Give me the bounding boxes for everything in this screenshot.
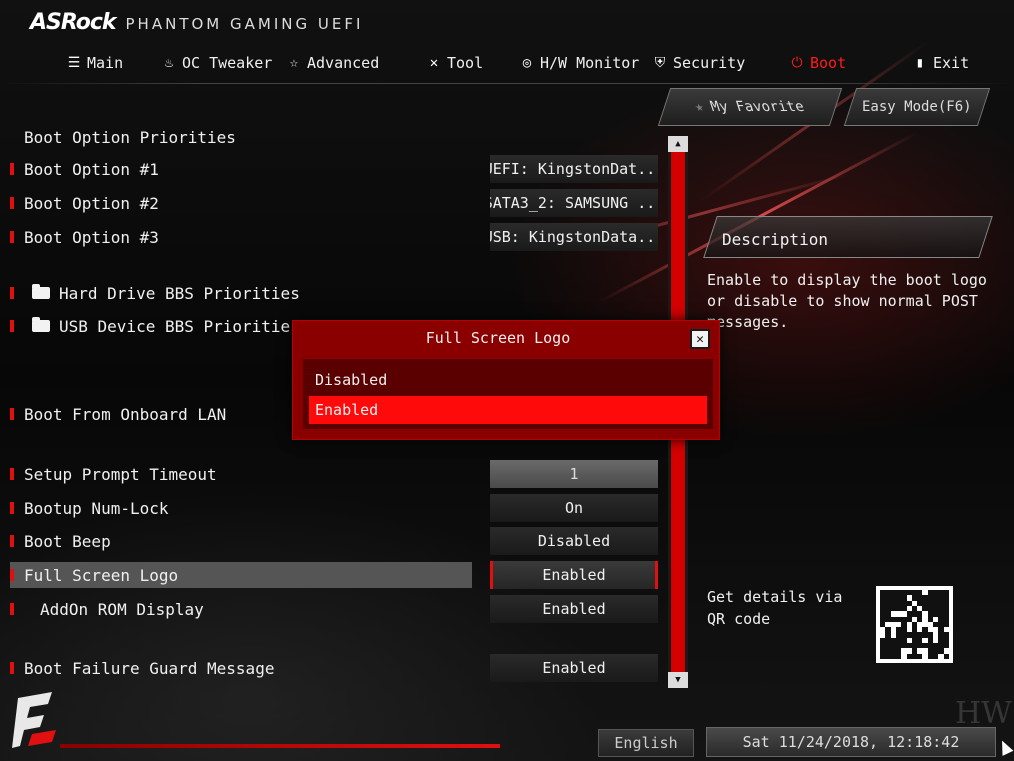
tab-boot[interactable]: ⏻ Boot (789, 52, 846, 74)
boot-beep-value[interactable]: Disabled (490, 527, 658, 555)
row-marker (10, 320, 14, 332)
power-icon: ⏻ (791, 55, 803, 71)
row-marker (10, 408, 14, 420)
setting-addon-rom-display[interactable]: AddOn ROM Display (10, 596, 472, 622)
monitor-icon: ◎ (522, 55, 532, 71)
row-marker (10, 197, 14, 209)
setting-label: Boot Option #1 (24, 159, 159, 179)
row-marker (10, 569, 14, 581)
tab-label: Main (87, 54, 124, 72)
qr-module (943, 653, 949, 659)
tab-label: Advanced (307, 54, 380, 72)
setting-boot-beep[interactable]: Boot Beep (10, 528, 472, 554)
tab-label: H/W Monitor (540, 54, 640, 72)
nav-divider (0, 83, 1014, 84)
language-button[interactable]: English (598, 729, 694, 757)
section-title: Boot Option Priorities (24, 128, 236, 147)
row-marker (10, 287, 14, 299)
full-screen-logo-popup: Full Screen Logo ✕ Disabled Enabled (292, 320, 720, 440)
boot-option-3-value[interactable]: USB: KingstonData... (490, 223, 658, 251)
qr-code (876, 586, 953, 663)
close-icon[interactable]: ✕ (690, 329, 710, 349)
tab-oc-tweaker[interactable]: ♨ OC Tweaker (161, 52, 273, 74)
row-marker (10, 163, 14, 175)
setting-label: Boot Option #2 (24, 193, 159, 213)
watermark: HW (955, 696, 1012, 731)
setting-hard-drive-bbs[interactable]: Hard Drive BBS Priorities (10, 280, 472, 306)
prompt-timeout-value[interactable]: 1 (490, 460, 658, 488)
scroll-down-arrow-icon[interactable]: ▼ (668, 672, 688, 688)
tab-advanced[interactable]: ☆ Advanced (286, 52, 379, 74)
brand-subtitle: PHANTOM GAMING UEFI (125, 15, 364, 33)
row-marker (10, 535, 14, 547)
mouse-cursor-icon (996, 738, 1014, 756)
setting-boot-option-1[interactable]: Boot Option #1 (10, 156, 472, 182)
brand-name: ASRock (30, 10, 117, 35)
asrock-logo: ASRock PHANTOM GAMING UEFI (30, 10, 363, 36)
popup-option-enabled[interactable]: Enabled (309, 396, 707, 424)
footer-accent-line (60, 744, 500, 748)
my-favorite-button[interactable]: ★ My Favorite (657, 88, 843, 126)
setting-prompt-timeout[interactable]: Setup Prompt Timeout (10, 461, 472, 487)
list-icon: ☰ (67, 55, 81, 71)
folder-icon (32, 317, 50, 332)
setting-label: Setup Prompt Timeout (24, 464, 217, 484)
boot-option-2-value[interactable]: SATA3_2: SAMSUNG ... (490, 189, 658, 217)
scroll-up-arrow-icon[interactable]: ▲ (668, 136, 688, 152)
setting-label: Bootup Num-Lock (24, 498, 169, 518)
row-marker (10, 231, 14, 243)
description-title: Description (722, 230, 828, 249)
flame-icon: ♨ (164, 55, 174, 71)
folder-icon (32, 284, 50, 299)
tab-hw-monitor[interactable]: ◎ H/W Monitor (519, 52, 640, 74)
star-icon: ☆ (289, 55, 299, 71)
date-time-display: Sat 11/24/2018, 12:18:42 (706, 727, 996, 757)
shield-icon: ⛨ (654, 55, 666, 71)
tab-label: Boot (810, 54, 847, 72)
tab-exit[interactable]: ▮ Exit (912, 52, 969, 74)
setting-boot-option-3[interactable]: Boot Option #3 (10, 224, 472, 250)
row-marker (10, 603, 14, 615)
phantom-gaming-logo-icon (12, 692, 56, 748)
tab-security[interactable]: ⛨ Security (652, 52, 746, 74)
setting-label: Full Screen Logo (24, 565, 179, 585)
boot-option-1-value[interactable]: UEFI: KingstonDat... (490, 155, 658, 183)
qr-caption: Get details via QR code (707, 588, 843, 628)
row-marker (10, 502, 14, 514)
easy-mode-button[interactable]: Easy Mode(F6) (843, 88, 991, 126)
setting-label: Boot From Onboard LAN (24, 404, 227, 424)
setting-label: Boot Beep (24, 531, 111, 551)
full-screen-logo-value[interactable]: Enabled (490, 561, 658, 589)
setting-label: AddOn ROM Display (40, 599, 204, 619)
addon-rom-value[interactable]: Enabled (490, 595, 658, 623)
setting-num-lock[interactable]: Bootup Num-Lock (10, 495, 472, 521)
star-icon: ★ (692, 99, 707, 115)
setting-failure-guard[interactable]: Boot Failure Guard Message (10, 655, 472, 681)
setting-label: USB Device BBS Priorities (59, 316, 300, 336)
qr-pattern (880, 590, 949, 659)
tab-main[interactable]: ☰ Main (66, 52, 123, 74)
setting-label: Boot Option #3 (24, 227, 159, 247)
tab-label: Exit (933, 54, 970, 72)
description-text: Enable to display the boot logo or disab… (707, 271, 987, 331)
row-marker (10, 468, 14, 480)
tab-tool[interactable]: ✕ Tool (426, 52, 483, 74)
main-nav: ☰ Main ♨ OC Tweaker ☆ Advanced ✕ Tool ◎ … (0, 48, 1014, 76)
setting-boot-option-2[interactable]: Boot Option #2 (10, 190, 472, 216)
setting-label: Boot Failure Guard Message (24, 658, 275, 678)
failure-guard-value[interactable]: Enabled (490, 654, 658, 682)
popup-option-disabled[interactable]: Disabled (309, 366, 707, 394)
num-lock-value[interactable]: On (490, 494, 658, 522)
popup-option-list: Disabled Enabled (303, 359, 713, 429)
tools-icon: ✕ (429, 55, 439, 71)
tab-label: OC Tweaker (182, 54, 273, 72)
row-marker (10, 662, 14, 674)
tab-label: Security (673, 54, 746, 72)
setting-full-screen-logo[interactable]: Full Screen Logo (10, 562, 472, 588)
tab-label: Tool (447, 54, 484, 72)
popup-title: Full Screen Logo (425, 329, 571, 347)
exit-icon: ▮ (915, 55, 925, 71)
setting-label: Hard Drive BBS Priorities (59, 283, 300, 303)
